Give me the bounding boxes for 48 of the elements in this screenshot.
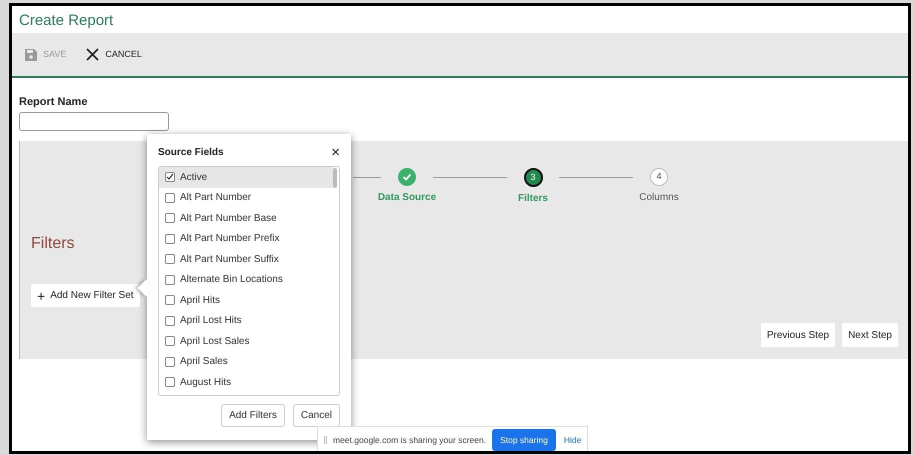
close-button[interactable]: ×: [331, 144, 340, 160]
cancel-button[interactable]: CANCEL: [86, 48, 142, 62]
cancel-button[interactable]: Cancel: [292, 404, 340, 427]
plus-icon: +: [37, 288, 46, 302]
checkbox[interactable]: [165, 377, 175, 388]
previous-step-button[interactable]: Previous Step: [760, 323, 836, 347]
section-title: Filters: [31, 234, 75, 254]
field-option[interactable]: Alt Part Number Prefix: [159, 228, 333, 249]
step-number: 4: [650, 168, 668, 186]
checkbox[interactable]: [165, 274, 175, 285]
add-filter-set-button[interactable]: + Add New Filter Set: [31, 284, 140, 307]
stop-sharing-button[interactable]: Stop sharing: [492, 429, 556, 451]
checkbox[interactable]: [165, 172, 175, 182]
step-done-icon: [398, 168, 416, 186]
close-icon: [86, 48, 100, 61]
field-option[interactable]: April Lost Sales: [159, 331, 333, 352]
checkbox[interactable]: [165, 316, 175, 326]
field-label: Report Name: [19, 95, 88, 109]
checkbox[interactable]: [165, 336, 175, 346]
checkbox[interactable]: [165, 295, 175, 306]
checkbox[interactable]: [165, 254, 175, 264]
step-number: 3: [524, 168, 542, 187]
next-step-button[interactable]: Next Step: [842, 323, 898, 347]
hide-link[interactable]: Hide: [564, 434, 582, 446]
field-option[interactable]: Alternate Bin Locations: [159, 270, 333, 290]
share-message: meet.google.com is sharing your screen.: [333, 434, 486, 446]
field-option[interactable]: April Hits: [159, 290, 333, 310]
save-icon: [25, 48, 37, 60]
field-option[interactable]: Alt Part Number Suffix: [159, 249, 333, 270]
popover-title: Source Fields: [158, 146, 224, 160]
field-option[interactable]: April Sales: [159, 352, 333, 372]
field-option[interactable]: Active: [159, 167, 333, 188]
drag-handle-icon: [324, 436, 327, 444]
scrollbar-thumb: [333, 168, 337, 188]
field-option[interactable]: August Hits: [159, 372, 333, 392]
field-option[interactable]: April Lost Hits: [159, 310, 333, 331]
window-title: Create Report: [19, 12, 114, 29]
step-label: Columns: [639, 191, 679, 205]
checkbox[interactable]: [165, 192, 175, 203]
step-label: Data Source: [378, 191, 436, 205]
checkbox[interactable]: [165, 356, 175, 367]
field-option[interactable]: Alt Part Number: [159, 188, 333, 208]
checkbox[interactable]: [165, 234, 175, 244]
checkbox[interactable]: [165, 213, 175, 224]
report-name-field[interactable]: [19, 112, 169, 130]
step-label: Filters: [518, 192, 548, 206]
field-option[interactable]: Alt Part Number Base: [159, 208, 333, 228]
add-filters-button[interactable]: Add Filters: [221, 404, 285, 427]
